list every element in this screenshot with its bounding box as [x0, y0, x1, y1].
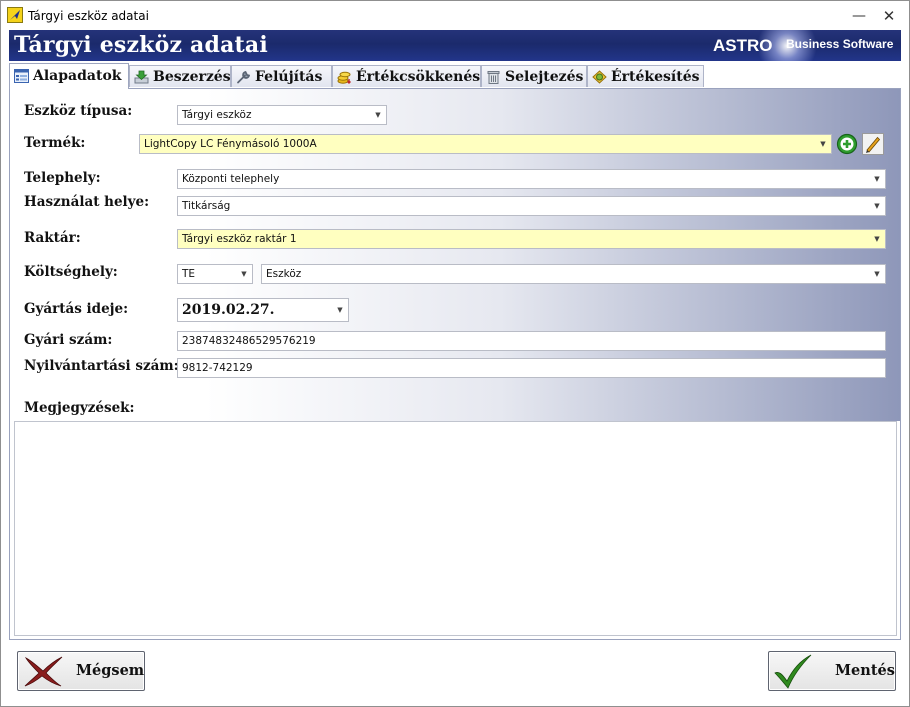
- megjegyzesek-textarea[interactable]: [14, 421, 897, 636]
- koltseghely-value: Eszköz: [266, 268, 302, 280]
- tab-felujitas[interactable]: Felújítás: [231, 65, 332, 87]
- save-button[interactable]: Mentés: [768, 651, 896, 691]
- telephely-select[interactable]: Központi telephely ▼: [177, 169, 886, 189]
- edit-pencil-icon[interactable]: [862, 133, 884, 155]
- header-banner: Tárgyi eszköz adatai ASTRO Business Soft…: [9, 30, 901, 61]
- chevron-down-icon[interactable]: ▼: [869, 170, 885, 188]
- koltseghely-code-value: TE: [182, 268, 196, 280]
- trash-icon: [487, 71, 500, 84]
- eszkoz-tipusa-label: Eszköz típusa:: [24, 103, 133, 119]
- tab-alapadatok[interactable]: Alapadatok: [9, 63, 129, 89]
- termek-label: Termék:: [24, 135, 86, 151]
- form-area: Eszköz típusa: Tárgyi eszköz ▼ Termék: L…: [10, 89, 900, 421]
- koltseghely-label: Költséghely:: [24, 264, 118, 280]
- raktar-select[interactable]: Tárgyi eszköz raktár 1 ▼: [177, 229, 886, 249]
- raktar-value: Tárgyi eszköz raktár 1: [182, 233, 297, 245]
- cancel-x-icon: [24, 656, 63, 687]
- nyilvantartasi-szam-value: 9812-742129: [182, 362, 253, 374]
- eszkoz-tipusa-value: Tárgyi eszköz: [182, 109, 252, 121]
- tab-label: Alapadatok: [33, 68, 122, 84]
- close-icon[interactable]: ✕: [875, 5, 903, 27]
- gyartas-ideje-datepicker[interactable]: 2019.02.27. ▼: [177, 298, 349, 322]
- termek-value: LightCopy LC Fénymásoló 1000A: [144, 138, 317, 150]
- telephely-value: Központi telephely: [182, 173, 280, 185]
- telephely-label: Telephely:: [24, 170, 101, 186]
- tab-label: Selejtezés: [505, 69, 584, 85]
- cancel-button-label: Mégsem: [76, 662, 145, 679]
- chevron-down-icon[interactable]: ▼: [869, 230, 885, 248]
- checkmark-icon: [774, 654, 812, 689]
- app-icon: [7, 7, 23, 23]
- tab-bar: Alapadatok Beszerzés Felújítás Értékcsök…: [9, 63, 901, 89]
- chevron-down-icon[interactable]: ▼: [332, 299, 348, 321]
- gyartas-ideje-value: 2019.02.27.: [182, 302, 275, 318]
- hasznalat-helye-label: Használat helye:: [24, 194, 150, 210]
- gyari-szam-value: 23874832486529576219: [182, 335, 316, 347]
- gyartas-ideje-label: Gyártás ideje:: [24, 301, 129, 317]
- form-icon: [14, 69, 29, 83]
- chevron-down-icon[interactable]: ▼: [815, 135, 831, 153]
- chevron-down-icon[interactable]: ▼: [236, 265, 252, 283]
- tab-panel-alapadatok: Eszköz típusa: Tárgyi eszköz ▼ Termék: L…: [9, 88, 901, 640]
- title-bar: Tárgyi eszköz adatai — ✕: [1, 1, 909, 31]
- raktar-label: Raktár:: [24, 230, 81, 246]
- koltseghely-code-select[interactable]: TE ▼: [177, 264, 253, 284]
- download-icon: [134, 70, 149, 84]
- minimize-icon[interactable]: —: [845, 5, 873, 27]
- hasznalat-helye-select[interactable]: Titkárság ▼: [177, 196, 886, 216]
- chevron-down-icon[interactable]: ▼: [869, 197, 885, 215]
- window-title: Tárgyi eszköz adatai: [28, 9, 149, 23]
- nyilvantartasi-szam-input[interactable]: 9812-742129: [177, 358, 886, 378]
- tab-label: Értékesítés: [611, 69, 700, 85]
- tab-selejtezes[interactable]: Selejtezés: [481, 65, 587, 87]
- coins-icon: [337, 71, 351, 84]
- banner-title: Tárgyi eszköz adatai: [14, 32, 268, 58]
- cancel-button[interactable]: Mégsem: [17, 651, 145, 691]
- nyilvantartasi-szam-label: Nyilvántartási szám:: [24, 358, 179, 374]
- brand-logo: ASTRO: [713, 36, 773, 55]
- money-icon: [592, 70, 607, 84]
- add-product-icon[interactable]: [836, 133, 858, 155]
- gyari-szam-label: Gyári szám:: [24, 332, 113, 348]
- tab-label: Beszerzés: [153, 69, 231, 85]
- tab-label: Értékcsökkenés: [356, 69, 481, 85]
- tab-ertekesites[interactable]: Értékesítés: [587, 65, 704, 87]
- tab-ertekcsokkenes[interactable]: Értékcsökkenés: [332, 65, 481, 87]
- tab-beszerzes[interactable]: Beszerzés: [129, 65, 231, 87]
- koltseghely-select[interactable]: Eszköz ▼: [261, 264, 886, 284]
- megjegyzesek-label: Megjegyzések:: [24, 400, 135, 416]
- tab-label: Felújítás: [255, 69, 323, 85]
- dialog-window: Tárgyi eszköz adatai — ✕ Tárgyi eszköz a…: [0, 0, 910, 707]
- eszkoz-tipusa-select[interactable]: Tárgyi eszköz ▼: [177, 105, 387, 125]
- hasznalat-helye-value: Titkárság: [182, 200, 231, 212]
- termek-select[interactable]: LightCopy LC Fénymásoló 1000A ▼: [139, 134, 832, 154]
- gyari-szam-input[interactable]: 23874832486529576219: [177, 331, 886, 351]
- chevron-down-icon[interactable]: ▼: [869, 265, 885, 283]
- brand-subtitle: Business Software: [786, 37, 894, 51]
- wrench-icon: [237, 70, 251, 84]
- save-button-label: Mentés: [835, 662, 895, 679]
- chevron-down-icon[interactable]: ▼: [370, 106, 386, 124]
